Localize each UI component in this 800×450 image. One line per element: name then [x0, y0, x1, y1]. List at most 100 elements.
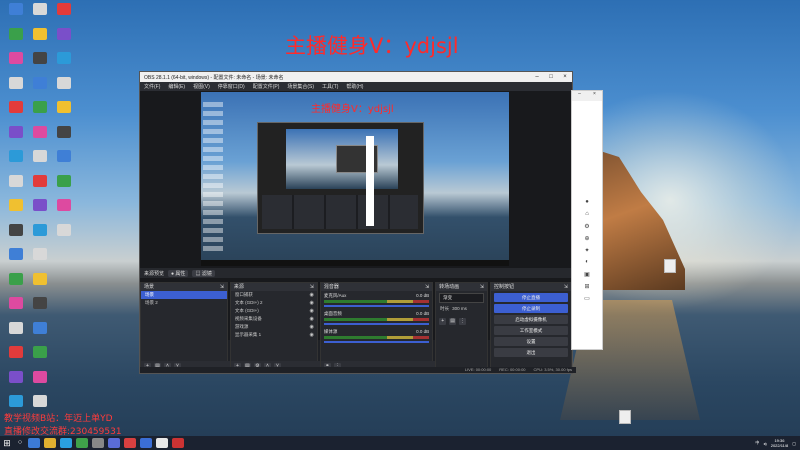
- tool-icon[interactable]: ◐: [583, 259, 592, 268]
- volume-slider[interactable]: [323, 305, 430, 307]
- desktop-shortcut-icon[interactable]: [27, 174, 53, 201]
- desktop-shortcut-icon[interactable]: [3, 3, 29, 29]
- desktop-shortcut-icon[interactable]: [3, 370, 29, 397]
- dock-menu-icon[interactable]: ⇲: [564, 283, 571, 291]
- filters-button[interactable]: ▤ 滤镜: [192, 269, 215, 277]
- desktop-shortcut-icon[interactable]: [3, 52, 29, 78]
- desktop-shortcut-icon[interactable]: [3, 27, 29, 54]
- desktop-shortcut-icon[interactable]: [3, 321, 29, 348]
- dock-menu-icon[interactable]: ⇲: [480, 283, 487, 291]
- desktop-shortcut-icon[interactable]: [3, 125, 29, 152]
- desktop-shortcut-icon[interactable]: [51, 52, 77, 78]
- source-item[interactable]: 文本 (GDI+) 2 ◉: [231, 299, 317, 307]
- taskbar-app-icon[interactable]: [108, 438, 120, 448]
- desktop-shortcut-icon[interactable]: [3, 297, 29, 323]
- transition-select[interactable]: 渐变: [439, 293, 484, 303]
- dock-menu-icon[interactable]: ⇲: [310, 283, 317, 291]
- eye-icon[interactable]: ◉: [309, 315, 316, 323]
- menu-docks[interactable]: 停靠窗口(D): [218, 83, 245, 90]
- close-icon[interactable]: ×: [593, 91, 596, 101]
- desktop-file-icon[interactable]: [657, 259, 683, 273]
- taskbar-app-icon[interactable]: [76, 438, 88, 448]
- dock-menu-icon[interactable]: ⇲: [220, 283, 227, 291]
- avatar-icon[interactable]: ●: [583, 199, 592, 208]
- desktop-shortcut-icon[interactable]: [27, 76, 53, 103]
- desktop-file-icon[interactable]: [612, 410, 638, 424]
- desktop-shortcut-icon[interactable]: [27, 248, 53, 274]
- desktop-shortcut-icon[interactable]: [27, 346, 53, 372]
- tool-icon[interactable]: ⚙: [583, 223, 592, 232]
- minimize-icon[interactable]: –: [530, 74, 544, 80]
- close-icon[interactable]: ×: [558, 74, 572, 80]
- desktop-shortcut-icon[interactable]: [3, 248, 29, 274]
- menu-profile[interactable]: 配置文件(P): [253, 83, 280, 90]
- desktop-shortcut-icon[interactable]: [3, 101, 29, 127]
- cart-icon[interactable]: ⊞: [583, 283, 592, 292]
- taskbar-app-icon[interactable]: [156, 438, 168, 448]
- menu-scene-collection[interactable]: 场景集合(S): [287, 83, 314, 90]
- eye-icon[interactable]: ◉: [309, 307, 316, 315]
- desktop-shortcut-icon[interactable]: [51, 174, 77, 201]
- obs-titlebar[interactable]: OBS 28.1.1 (64-bit, windows) - 配置文件: 未命名…: [140, 72, 572, 82]
- desktop-shortcut-icon[interactable]: [3, 150, 29, 176]
- desktop-shortcut-icon[interactable]: [27, 150, 53, 176]
- desktop-shortcut-icon[interactable]: [3, 223, 29, 250]
- more-icon[interactable]: ⋮: [459, 317, 467, 325]
- menu-view[interactable]: 视图(V): [193, 83, 210, 90]
- source-item[interactable]: 窗口捕获 ◉: [231, 291, 317, 299]
- taskbar-app-icon[interactable]: [124, 438, 136, 448]
- desktop-shortcut-icon[interactable]: [27, 297, 53, 323]
- source-item[interactable]: 游戏源 ◉: [231, 323, 317, 331]
- tool-icon[interactable]: ▣: [583, 271, 592, 280]
- notification-icon[interactable]: ▢: [792, 441, 796, 446]
- source-item[interactable]: 视频采集设备 ◉: [231, 315, 317, 323]
- eye-icon[interactable]: ◉: [309, 323, 316, 331]
- volume-icon[interactable]: ◂): [763, 441, 766, 446]
- studio-mode-button[interactable]: 工作室模式: [493, 326, 568, 335]
- tool-icon[interactable]: ✦: [583, 247, 592, 256]
- taskbar-app-icon[interactable]: [60, 438, 72, 448]
- desktop-shortcut-icon[interactable]: [3, 272, 29, 299]
- stop-recording-button[interactable]: 停止录制: [493, 304, 568, 313]
- desktop-shortcut-icon[interactable]: [3, 174, 29, 201]
- taskbar-app-icon[interactable]: [28, 438, 40, 448]
- scene-item[interactable]: 场景 2: [141, 299, 227, 307]
- properties-button[interactable]: ● 属性: [168, 269, 189, 277]
- desktop-shortcut-icon[interactable]: [51, 27, 77, 54]
- volume-slider[interactable]: [323, 323, 430, 325]
- volume-slider[interactable]: [323, 341, 430, 343]
- menu-edit[interactable]: 编辑(E): [168, 83, 185, 90]
- desktop-shortcut-icon[interactable]: [27, 199, 53, 225]
- minimize-icon[interactable]: –: [578, 91, 581, 101]
- virtual-camera-button[interactable]: 启动虚拟摄像机: [493, 315, 568, 324]
- source-item[interactable]: 文本 (GDI+) ◉: [231, 307, 317, 315]
- settings-button[interactable]: 设置: [493, 337, 568, 346]
- desktop-shortcut-icon[interactable]: [51, 150, 77, 176]
- eye-icon[interactable]: ◉: [309, 291, 316, 299]
- desktop-shortcut-icon[interactable]: [27, 52, 53, 78]
- taskbar-app-icon[interactable]: [172, 438, 184, 448]
- eye-icon[interactable]: ◉: [309, 331, 316, 339]
- tool-icon[interactable]: ⌂: [583, 211, 592, 220]
- windows-start-icon[interactable]: ⊞: [0, 436, 14, 450]
- tool-icon[interactable]: ⊕: [583, 235, 592, 244]
- desktop-shortcut-icon[interactable]: [51, 3, 77, 29]
- desktop-shortcut-icon[interactable]: [27, 272, 53, 299]
- desktop-shortcut-icon[interactable]: [27, 125, 53, 152]
- desktop-shortcut-icon[interactable]: [27, 3, 53, 29]
- search-icon[interactable]: ○: [14, 436, 26, 450]
- desktop-shortcut-icon[interactable]: [3, 199, 29, 225]
- menu-tools[interactable]: 工具(T): [322, 83, 338, 90]
- dock-menu-icon[interactable]: ⇲: [425, 283, 432, 291]
- taskbar-app-icon[interactable]: [140, 438, 152, 448]
- maximize-icon[interactable]: □: [544, 74, 558, 80]
- add-icon[interactable]: +: [439, 317, 447, 325]
- exit-button[interactable]: 退出: [493, 348, 568, 357]
- taskbar-app-icon[interactable]: [44, 438, 56, 448]
- eye-icon[interactable]: ◉: [309, 299, 316, 307]
- source-item[interactable]: 显示器采集 1 ◉: [231, 331, 317, 339]
- menu-help[interactable]: 帮助(H): [346, 83, 363, 90]
- tool-icon[interactable]: ▭: [583, 295, 592, 304]
- desktop-shortcut-icon[interactable]: [51, 125, 77, 152]
- desktop-shortcut-icon[interactable]: [27, 101, 53, 127]
